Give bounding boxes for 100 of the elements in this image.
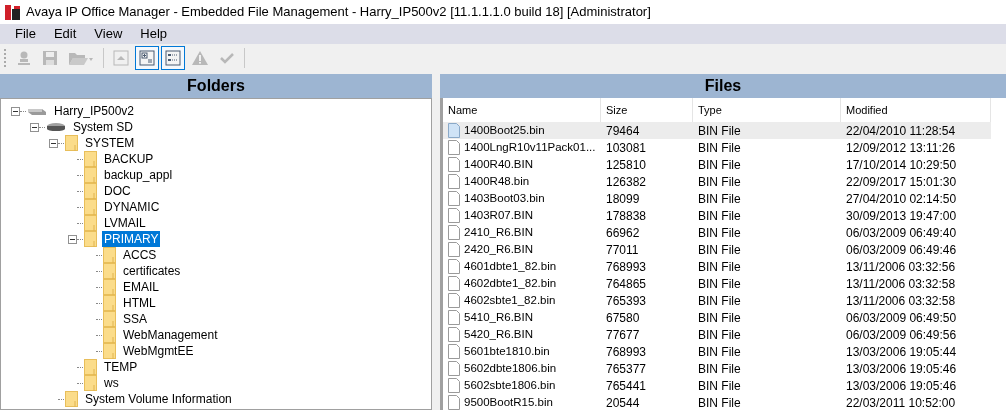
file-row[interactable]: 5420_R6.BIN 77677 BIN File 06/03/2009 06:49:56 [443, 326, 991, 343]
file-type: BIN File [697, 309, 742, 327]
file-row[interactable]: 9500BootR15.bin 20544 BIN File 22/03/2011 10:52:00 [443, 394, 991, 410]
tree-item[interactable]: System Volume Information [83, 391, 234, 407]
file-modified: 13/03/2006 19:05:44 [845, 343, 958, 361]
file-row[interactable]: 1400Boot25.bin 79464 BIN File 22/04/2010 11:28:54 [443, 122, 991, 139]
file-type: BIN File [697, 326, 742, 344]
file-modified: 12/09/2012 13:11:26 [845, 139, 957, 157]
file-row[interactable]: 4602dbte1_82.bin 764865 BIN File 13/11/2006 03:32:58 [443, 275, 991, 292]
file-name: 1403Boot03.bin [464, 190, 545, 206]
file-name: 1400R48.bin [464, 173, 530, 189]
file-row[interactable]: 5602sbte1806.bin 765441 BIN File 13/03/2006 19:05:46 [443, 377, 991, 394]
file-name: 5410_R6.BIN [464, 309, 534, 325]
tree-item[interactable]: SYSTEM [83, 135, 137, 151]
file-row[interactable]: 5410_R6.BIN 67580 BIN File 06/03/2009 06:49:50 [443, 309, 991, 326]
file-size: 103081 [605, 139, 648, 157]
file-modified: 22/03/2011 10:52:00 [845, 394, 957, 410]
file-row[interactable]: 1400LngR10v11Pack01... 103081 BIN File 12/09/2012 13:11:26 [443, 139, 991, 156]
tree-item[interactable]: HTML [121, 295, 158, 311]
file-size: 77677 [605, 326, 641, 344]
file-size: 178838 [605, 207, 648, 225]
file-modified: 06/03/2009 06:49:46 [845, 241, 958, 259]
window-title: Avaya IP Office Manager - Embedded File Management - Harry_IP500v2 [11.1.1.1.0 build 18] [Administrator] [26, 3, 651, 22]
menu-item[interactable]: Edit [44, 24, 86, 44]
menu-item[interactable]: View [85, 24, 132, 44]
file-row[interactable]: 2410_R6.BIN 66962 BIN File 06/03/2009 06:49:40 [443, 224, 991, 241]
tree-item[interactable]: TEMP [102, 359, 140, 375]
tree-item[interactable]: SSA [121, 311, 149, 327]
file-name: 1400LngR10v11Pack01... [464, 139, 596, 155]
file-name: 1400R40.BIN [464, 156, 534, 172]
file-type: BIN File [697, 241, 742, 259]
file-name: 4601dbte1_82.bin [464, 258, 557, 274]
file-size: 768993 [605, 343, 648, 361]
tree-item[interactable]: BACKUP [102, 151, 156, 167]
file-row[interactable]: 5602dbte1806.bin 765377 BIN File 13/03/2006 19:05:46 [443, 360, 991, 377]
file-modified: 22/09/2017 15:01:30 [845, 173, 958, 191]
file-type: BIN File [697, 224, 742, 242]
menu-item[interactable]: File [6, 24, 45, 44]
file-row[interactable]: 1400R48.bin 126382 BIN File 22/09/2017 15:01:30 [443, 173, 991, 190]
tree-item[interactable]: EMAIL [121, 279, 161, 295]
tree-item[interactable]: ACCS [121, 247, 159, 263]
tree-item[interactable]: Harry_IP500v2 [52, 103, 137, 119]
file-type: BIN File [697, 292, 742, 310]
file-modified: 06/03/2009 06:49:50 [845, 309, 958, 327]
file-name: 5601bte1810.bin [464, 343, 550, 359]
menu-item[interactable]: Help [131, 24, 177, 44]
file-type: BIN File [697, 343, 742, 361]
file-size: 765377 [605, 360, 648, 378]
file-row[interactable]: 4601dbte1_82.bin 768993 BIN File 13/11/2006 03:32:56 [443, 258, 991, 275]
file-size: 125810 [605, 156, 648, 174]
file-type: BIN File [697, 190, 742, 208]
tree-item[interactable]: DOC [102, 183, 133, 199]
tree-item[interactable]: System SD [71, 119, 135, 135]
file-row[interactable]: 5601bte1810.bin 768993 BIN File 13/03/2006 19:05:44 [443, 343, 991, 360]
tree-item[interactable]: DYNAMIC [102, 199, 162, 215]
panel-header: Folders [0, 74, 432, 98]
file-size: 20544 [605, 394, 641, 410]
file-size: 764865 [605, 275, 648, 293]
file-modified: 13/03/2006 19:05:46 [845, 377, 958, 395]
file-name: 2410_R6.BIN [464, 224, 534, 240]
file-size: 126382 [605, 173, 648, 191]
file-size: 768993 [605, 258, 648, 276]
file-size: 765393 [605, 292, 648, 310]
file-type: BIN File [697, 275, 742, 293]
file-row[interactable]: 2420_R6.BIN 77011 BIN File 06/03/2009 06:49:46 [443, 241, 991, 258]
file-modified: 06/03/2009 06:49:56 [845, 326, 958, 344]
file-type: BIN File [697, 360, 742, 378]
file-modified: 22/04/2010 11:28:54 [845, 122, 957, 140]
file-modified: 13/11/2006 03:32:56 [845, 258, 957, 276]
file-name: 5602dbte1806.bin [464, 360, 557, 376]
file-modified: 17/10/2014 10:29:50 [845, 156, 958, 174]
file-name: 1403R07.BIN [464, 207, 534, 223]
tree-item[interactable]: backup_appl [102, 167, 175, 183]
file-name: 9500BootR15.bin [464, 394, 553, 410]
tree-item[interactable]: WebManagement [121, 327, 220, 343]
tree-item[interactable]: ws [102, 375, 121, 391]
file-row[interactable]: 1403Boot03.bin 18099 BIN File 27/04/2010 02:14:50 [443, 190, 991, 207]
file-type: BIN File [697, 139, 742, 157]
file-type: BIN File [697, 377, 742, 395]
file-modified: 06/03/2009 06:49:40 [845, 224, 958, 242]
file-type: BIN File [697, 394, 742, 410]
file-size: 77011 [605, 241, 640, 259]
file-modified: 13/03/2006 19:05:46 [845, 360, 958, 378]
file-type: BIN File [697, 156, 742, 174]
tree-item[interactable]: LVMAIL [102, 215, 148, 231]
file-modified: 27/04/2010 02:14:50 [845, 190, 958, 208]
file-size: 66962 [605, 224, 641, 242]
panel-header: Files [440, 74, 1006, 98]
file-row[interactable]: 1403R07.BIN 178838 BIN File 30/09/2013 19:47:00 [443, 207, 991, 224]
file-type: BIN File [697, 258, 742, 276]
file-type: BIN File [697, 173, 742, 191]
tree-item[interactable]: certificates [121, 263, 183, 279]
file-size: 79464 [605, 122, 641, 140]
file-size: 18099 [605, 190, 641, 208]
file-row[interactable]: 4602sbte1_82.bin 765393 BIN File 13/11/2006 03:32:58 [443, 292, 991, 309]
tree-item[interactable]: WebMgmtEE [121, 343, 196, 359]
file-type: BIN File [697, 207, 742, 225]
file-row[interactable]: 1400R40.BIN 125810 BIN File 17/10/2014 10:29:50 [443, 156, 991, 173]
tree-item[interactable]: PRIMARY [102, 231, 161, 247]
file-modified: 13/11/2006 03:32:58 [845, 292, 957, 310]
